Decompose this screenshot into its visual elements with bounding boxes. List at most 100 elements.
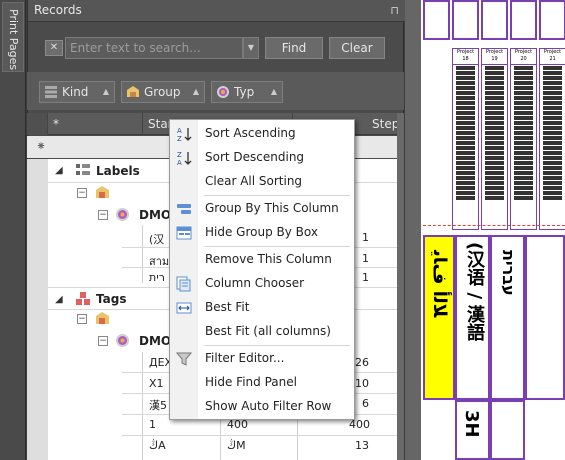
collapse-box-icon[interactable]: − [98,336,108,346]
cell-divider [142,352,143,460]
search-dropdown-icon[interactable]: ▼ [243,37,259,59]
menu-item-label: Hide Find Panel [205,375,297,389]
column-header-all[interactable]: * [48,113,143,135]
row-divider [122,435,397,436]
print-pages-tab-button[interactable]: Print Pages [2,2,24,72]
filter-row-icon: ⁕ [36,139,47,153]
menu-item-label: Show Auto Filter Row [205,399,332,413]
preview-page: Project 18 Project 19 Project 20 Project 21 … [421,0,565,460]
collapse-box-icon[interactable]: − [77,314,87,324]
cell-text[interactable]: (汉 [149,231,164,247]
print-pages-side-tab[interactable]: Print Pages [0,0,26,460]
cell-text[interactable]: X1 [149,377,164,390]
svg-text:A: A [177,127,182,135]
menu-item-label: Sort Ascending [205,126,296,140]
preview-column [452,0,479,40]
sort-ascending-icon: AZ [177,127,192,142]
menu-item-label: Column Chooser [205,276,305,290]
chip-label: Group [144,85,181,99]
preview-header: Project [456,49,475,55]
sort-arrow-icon: ▲ [270,87,277,96]
menu-item-group-by-column[interactable]: Group By This Column [170,197,354,221]
cell-text[interactable]: 漢5 [149,397,167,413]
menu-item-best-fit[interactable]: Best Fit [170,296,354,320]
menu-item-label: Group By This Column [205,201,339,215]
cell-divider [142,225,143,283]
collapse-group-icon[interactable]: ◢ [55,165,63,176]
tags-icon [76,292,90,305]
collapse-box-icon[interactable]: − [98,210,108,220]
group-by-box-icon [176,226,192,240]
cell-text[interactable]: 1 [149,418,156,431]
group-chip-group[interactable]: Group ▲ [121,81,205,103]
column-chooser-icon [176,276,191,292]
clear-button[interactable]: Clear [329,37,385,59]
sort-descending-icon: ZA [177,151,192,166]
menu-separator [204,345,350,346]
menu-item-hide-find-panel[interactable]: Hide Find Panel [170,371,354,395]
grid-vertical-scrollbar[interactable] [397,113,404,460]
collapse-group-icon[interactable]: ◢ [55,294,63,305]
column-context-menu: AZ Sort Ascending ZA Sort Descending Cle… [169,119,355,420]
cell-text[interactable]: ڭA [149,439,166,452]
menu-item-column-chooser[interactable]: Column Chooser [170,272,354,296]
best-fit-icon [176,302,192,314]
menu-item-clear-all-sorting[interactable]: Clear All Sorting [170,170,354,194]
preview-col-number: 18 [462,56,469,62]
cell-value[interactable]: 13 [349,439,369,452]
preview-column [539,0,565,40]
typ-node-icon [116,208,129,221]
menu-item-hide-group-by-box[interactable]: Hide Group By Box [170,221,354,245]
pin-icon[interactable]: ⊓ [390,4,399,17]
preview-col-number: 20 [520,56,527,62]
clear-search-icon[interactable]: ✕ [45,40,63,56]
filter-icon [176,352,192,366]
menu-item-label: Clear All Sorting [205,174,303,188]
preview-header: Project [514,49,533,55]
preview-hebrew-text: עברית [499,250,518,296]
menu-item-label: Hide Group By Box [205,225,318,239]
menu-item-label: Remove This Column [205,252,332,266]
svg-text:Z: Z [177,151,182,159]
menu-item-best-fit-all[interactable]: Best Fit (all columns) [170,320,354,344]
indicator-header [27,113,48,135]
sort-arrow-icon: ▲ [102,87,109,96]
cell-mid[interactable]: ڭM [227,439,246,452]
group-row-labels[interactable]: Labels [96,164,140,178]
group-icon [127,86,139,97]
group-row-tags[interactable]: Tags [96,292,126,306]
group-by-column-icon [177,204,191,214]
preview-header: Project [485,49,504,55]
preview-table-column: Project 20 [510,48,537,230]
preview-column [510,0,537,40]
menu-item-sort-descending[interactable]: ZA Sort Descending [170,146,354,170]
records-panel-header: Records ⊓ [28,0,405,22]
labels-icon [76,164,90,175]
menu-item-label: Sort Descending [205,150,305,164]
preview-bottom-text: 3H [461,410,482,438]
preview-table-column: Project 21 [539,48,565,230]
find-button[interactable]: Find [265,37,323,59]
typ-node-icon [116,334,129,347]
menu-item-sort-ascending[interactable]: AZ Sort Ascending [170,122,354,146]
group-chip-kind[interactable]: Kind ▲ [39,81,115,103]
group-by-box: Kind ▲ Group ▲ Typ ▲ [27,72,404,110]
row-indicator-column [27,159,48,460]
collapse-box-icon[interactable]: − [77,188,87,198]
preview-cell [525,235,565,400]
search-input[interactable]: Enter text to search... [65,37,243,59]
group-chip-typ[interactable]: Typ ▲ [211,81,283,103]
page-break-line [423,225,565,226]
preview-col-number: 19 [491,56,498,62]
menu-item-label: Filter Editor... [205,351,285,365]
menu-item-filter-editor[interactable]: Filter Editor... [170,347,354,371]
preview-chinese-text: (汉语 / 漢語 [464,242,485,342]
chip-label: Typ [234,85,255,99]
preview-table-column: Project 19 [481,48,508,230]
menu-item-show-auto-filter-row[interactable]: Show Auto Filter Row [170,395,354,419]
cell-text[interactable]: רית [149,271,165,284]
chip-label: Kind [62,85,89,99]
menu-item-remove-column[interactable]: Remove This Column [170,248,354,272]
menu-item-label: Best Fit [205,300,250,314]
print-pages-tab-label: Print Pages [7,9,20,71]
